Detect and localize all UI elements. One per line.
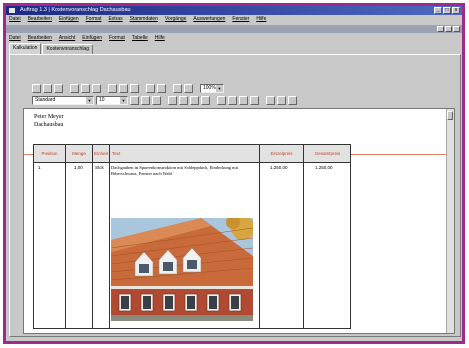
cell-total-price: 1.250,00 <box>315 165 333 170</box>
cut-icon[interactable] <box>108 84 117 93</box>
print-preview-icon[interactable] <box>81 84 90 93</box>
submenu-tabelle[interactable]: Tabelle <box>132 34 148 43</box>
submenu-format[interactable]: Format <box>109 34 125 43</box>
italic-icon[interactable] <box>141 96 150 105</box>
menu-format[interactable]: Format <box>86 15 102 24</box>
save-icon[interactable] <box>54 84 63 93</box>
maximize-button[interactable]: □ <box>443 7 451 14</box>
zoom-select[interactable]: 100% ▼ <box>200 84 224 93</box>
menu-stammdaten[interactable]: Stammdaten <box>130 15 158 24</box>
align-right-icon[interactable] <box>190 96 199 105</box>
redo-icon[interactable] <box>157 84 166 93</box>
justify-icon[interactable] <box>201 96 210 105</box>
print-icon[interactable] <box>70 84 79 93</box>
menu-extras[interactable]: Extras <box>108 15 122 24</box>
menu-hilfe[interactable]: Hilfe <box>256 15 266 24</box>
menu-auswertungen[interactable]: Auswertungen <box>193 15 225 24</box>
submenu-hilfe[interactable]: Hilfe <box>155 34 165 43</box>
cell-position: 1 <box>38 165 41 170</box>
tab-kostenvoranschlag[interactable]: Kostenvoranschlag <box>42 44 93 54</box>
header-unit: Einheit <box>94 151 108 156</box>
column-divider <box>303 145 304 328</box>
cell-unit: Stck <box>95 165 104 170</box>
bullet-list-icon[interactable] <box>217 96 226 105</box>
undo-icon[interactable] <box>146 84 155 93</box>
submenu-ansicht[interactable]: Ansicht <box>59 34 75 43</box>
align-left-icon[interactable] <box>168 96 177 105</box>
doc-minimize-button[interactable] <box>437 26 444 32</box>
window-title: Auftrag 1.3 | Kostenvoranschlag Dachausb… <box>20 7 131 13</box>
editor-menu-bar: Datei Bearbeiten Ansicht Einfügen Format… <box>6 34 462 43</box>
submenu-bearbeiten[interactable]: Bearbeiten <box>28 34 52 43</box>
highlight-icon[interactable] <box>277 96 286 105</box>
paste-icon[interactable] <box>130 84 139 93</box>
border-icon[interactable] <box>266 96 275 105</box>
submenu-einfuegen[interactable]: Einfügen <box>82 34 102 43</box>
insert-table-icon[interactable] <box>173 84 182 93</box>
column-divider <box>259 145 260 328</box>
menu-einfuegen[interactable]: Einfügen <box>59 15 79 24</box>
header-text: Text <box>112 151 121 156</box>
align-center-icon[interactable] <box>179 96 188 105</box>
column-divider <box>65 145 66 328</box>
application-window: Auftrag 1.3 | Kostenvoranschlag Dachausb… <box>3 3 465 344</box>
font-color-icon[interactable] <box>288 96 297 105</box>
cell-unit-price: 1.250,00 <box>270 165 288 170</box>
zoom-value: 100% <box>203 85 216 91</box>
title-bar: Auftrag 1.3 | Kostenvoranschlag Dachausb… <box>6 6 462 15</box>
style-value: Standard <box>35 97 56 103</box>
vertical-scrollbar[interactable] <box>446 109 454 333</box>
open-folder-icon[interactable] <box>43 84 52 93</box>
menu-datei[interactable]: Datei <box>9 15 21 24</box>
new-document-icon[interactable] <box>32 84 41 93</box>
standard-toolbar: 100% ▼ <box>32 83 224 94</box>
tab-kalkulation[interactable]: Kalkulation <box>9 43 42 54</box>
font-size-select[interactable]: 10 ▼ <box>96 96 128 105</box>
header-position: Position <box>41 151 58 156</box>
underline-icon[interactable] <box>152 96 161 105</box>
doc-close-button[interactable] <box>453 26 460 32</box>
minimize-button[interactable]: _ <box>434 7 442 14</box>
menu-bar: Datei Bearbeiten Einfügen Format Extras … <box>6 15 462 24</box>
formatting-toolbar: Standard ▼ 10 ▼ <box>32 95 297 106</box>
bold-icon[interactable] <box>130 96 139 105</box>
spellcheck-icon[interactable] <box>92 84 101 93</box>
font-size-value: 10 <box>99 97 105 103</box>
menu-vorgaenge[interactable]: Vorgänge <box>165 15 186 24</box>
style-select[interactable]: Standard ▼ <box>32 96 94 105</box>
header-quantity: Menge <box>72 151 86 156</box>
copy-icon[interactable] <box>119 84 128 93</box>
doc-restore-button[interactable] <box>445 26 452 32</box>
address-subject: Dachausbau <box>34 122 64 128</box>
chevron-down-icon: ▼ <box>216 85 223 92</box>
increase-indent-icon[interactable] <box>250 96 259 105</box>
submenu-datei[interactable]: Datei <box>9 34 21 43</box>
menu-fenster[interactable]: Fenster <box>232 15 249 24</box>
document-window-strip <box>6 25 462 33</box>
scrollbar-thumb[interactable] <box>447 111 453 120</box>
chevron-down-icon: ▼ <box>86 97 93 104</box>
header-unit-price: Einzelpreis <box>270 151 293 156</box>
estimate-table: Position Menge Einheit Text Einzelpreis … <box>33 144 351 329</box>
document-page[interactable]: Peter Meyer Dachausbau Position Menge Ei… <box>23 108 455 334</box>
dormer-roof-photo <box>111 218 253 321</box>
recipient-address: Peter Meyer Dachausbau <box>34 113 64 129</box>
tab-strip: Kalkulation Kostenvoranschlag <box>9 43 93 54</box>
address-name: Peter Meyer <box>34 114 64 120</box>
column-divider <box>92 145 93 328</box>
cell-quantity: 1,00 <box>74 165 83 170</box>
chevron-down-icon: ▼ <box>120 97 127 104</box>
insert-picture-icon[interactable] <box>184 84 193 93</box>
cell-description: Dachgauben in Sparrenkonstruktion mit Sc… <box>111 165 239 176</box>
close-button[interactable]: x <box>452 7 460 14</box>
column-divider <box>109 145 110 328</box>
app-icon <box>9 8 15 13</box>
decrease-indent-icon[interactable] <box>239 96 248 105</box>
editor-panel: 100% ▼ Standard ▼ 10 ▼ Peter Meyer Dacha… <box>9 54 461 337</box>
header-total-price: Gesamtpreis <box>314 151 341 156</box>
menu-bearbeiten[interactable]: Bearbeiten <box>28 15 52 24</box>
numbered-list-icon[interactable] <box>228 96 237 105</box>
